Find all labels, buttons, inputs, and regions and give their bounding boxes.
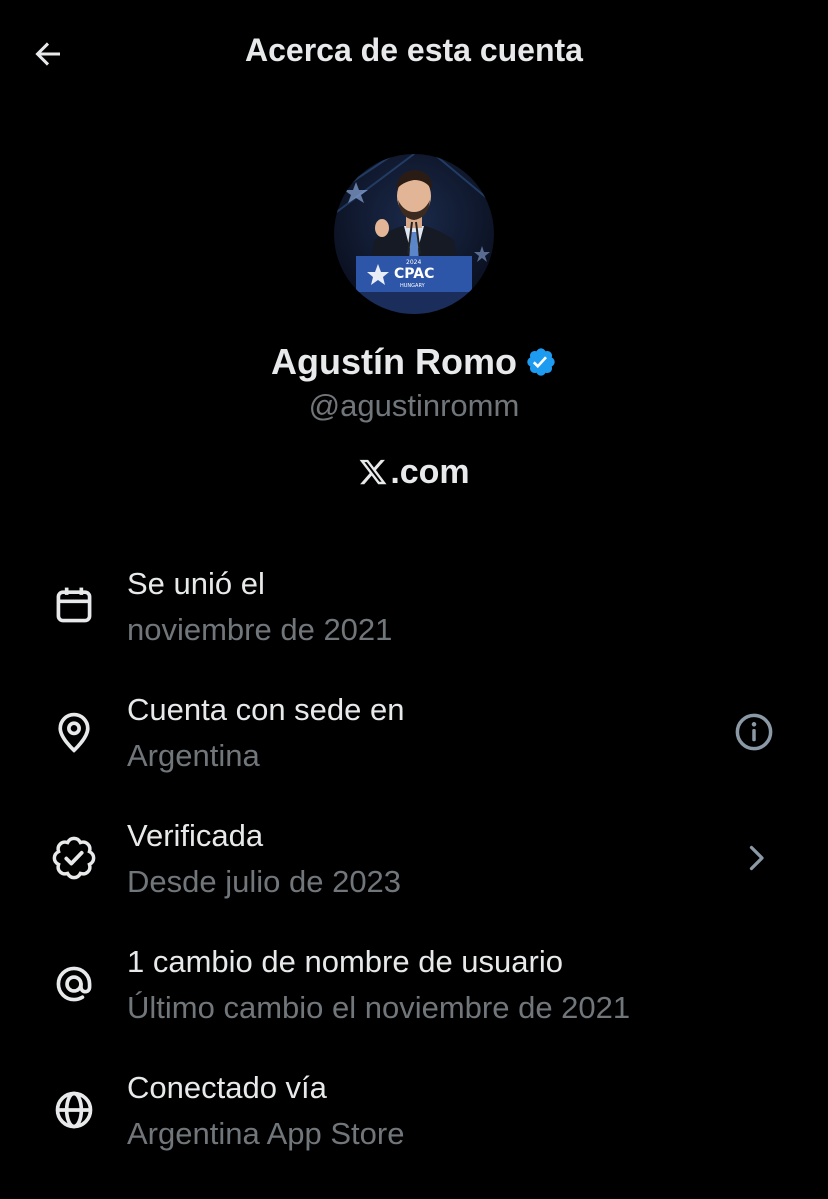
verified-row[interactable]: Verificada Desde julio de 2023 (0, 808, 828, 918)
username-changes-row: 1 cambio de nombre de usuario Último cam… (0, 934, 828, 1044)
connected-via-label: Conectado vía (127, 1070, 327, 1105)
site-label: .com (0, 450, 828, 494)
joined-label: Se unió el (127, 566, 265, 601)
chevron-right-icon (749, 845, 764, 871)
username-last-change: Último cambio el noviembre de 2021 (127, 990, 631, 1025)
location-row: Cuenta con sede en Argentina (0, 682, 828, 792)
site-suffix: .com (390, 452, 470, 491)
info-icon (735, 713, 773, 751)
info-button[interactable] (730, 708, 778, 756)
joined-row: Se unió el noviembre de 2021 (0, 556, 828, 666)
location-label: Cuenta con sede en (127, 692, 405, 727)
connected-via-value: Argentina App Store (127, 1116, 405, 1151)
profile-name: Agustín Romo (271, 341, 517, 382)
avatar-sign-place: HUNGARY (400, 283, 426, 289)
top-bar: Acerca de esta cuenta (0, 0, 828, 108)
profile-avatar[interactable]: 2024 CPAC HUNGARY (334, 154, 494, 314)
verified-details-button[interactable] (732, 834, 780, 882)
location-value: Argentina (127, 738, 260, 773)
joined-date: noviembre de 2021 (127, 612, 393, 647)
verified-since: Desde julio de 2023 (127, 864, 402, 899)
globe-icon (50, 1086, 98, 1134)
connected-via-row: Conectado vía Argentina App Store (0, 1060, 828, 1170)
verified-badge-icon (527, 348, 555, 376)
x-logo-icon (359, 459, 387, 485)
profile-handle: @agustinromm (308, 388, 520, 423)
page-title: Acerca de esta cuenta (245, 32, 583, 68)
avatar-sign-text: CPAC (394, 266, 434, 282)
avatar-sign-year: 2024 (406, 259, 421, 266)
location-pin-icon (50, 708, 98, 756)
verified-badge-outline-icon (50, 834, 98, 882)
at-sign-icon (50, 960, 98, 1008)
username-changes-label: 1 cambio de nombre de usuario (127, 944, 563, 979)
calendar-icon (50, 581, 98, 629)
verified-label: Verificada (127, 818, 264, 853)
profile-name-row: Agustín Romo (0, 338, 828, 386)
